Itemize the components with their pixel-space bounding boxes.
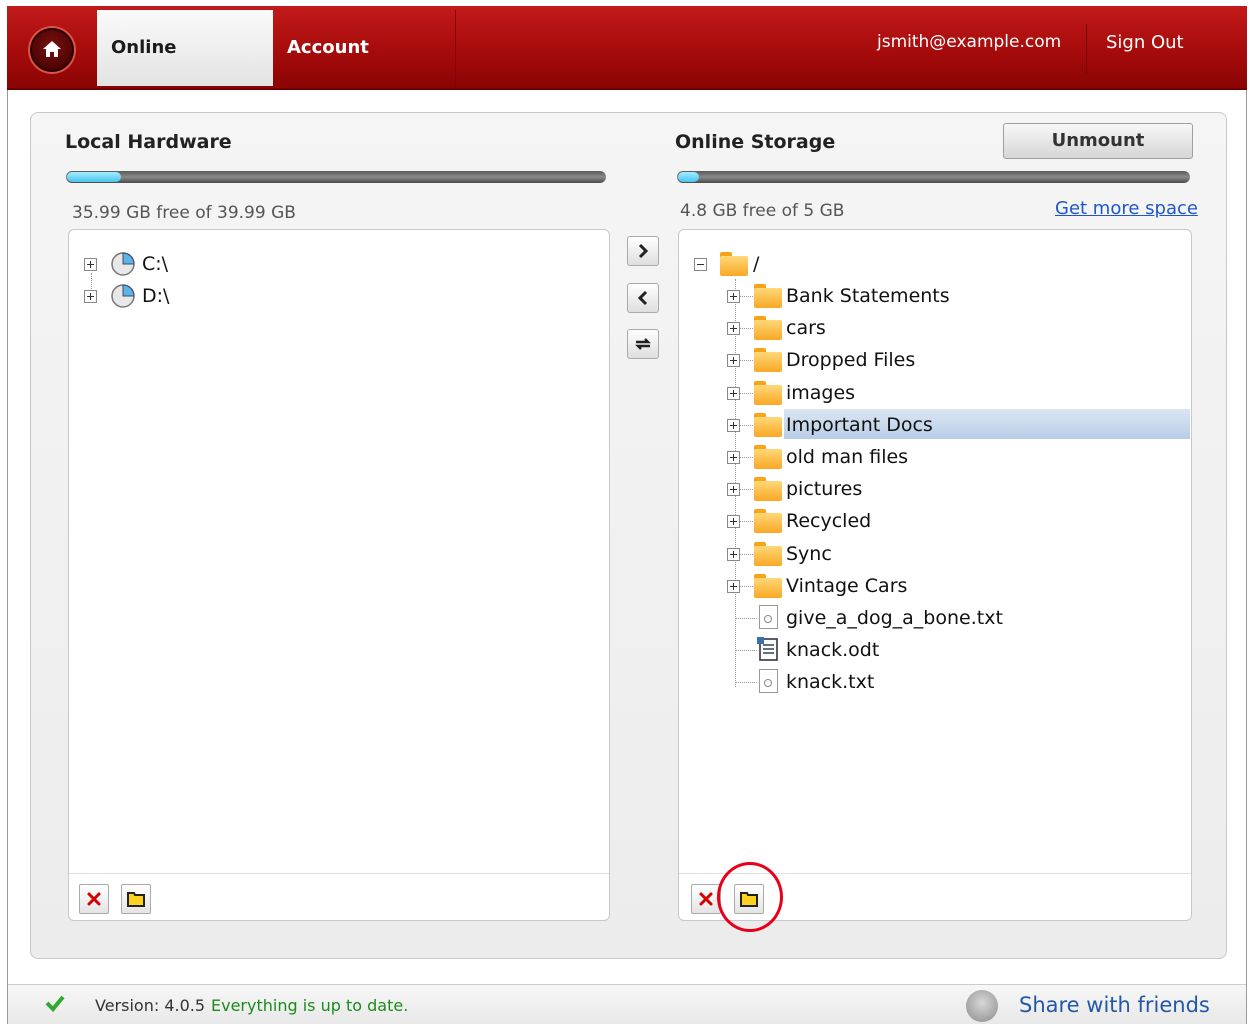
- local-tree-pane[interactable]: [68, 229, 610, 921]
- tree-item-label: pictures: [786, 478, 863, 500]
- local-pane-toolbar: [69, 873, 609, 920]
- local-usage-fill: [67, 172, 121, 182]
- update-status-text: Everything is up to date.: [211, 996, 409, 1015]
- folder-icon: [754, 381, 782, 405]
- online-usage-fill: [678, 172, 699, 182]
- tree-item-label: Sync: [786, 543, 832, 565]
- tree-item-label: knack.txt: [786, 671, 875, 693]
- sync-icon: [635, 338, 651, 350]
- local-new-folder-button[interactable]: [121, 884, 151, 914]
- version-text: Version: 4.0.5: [95, 996, 206, 1015]
- tree-guide: [735, 650, 757, 651]
- expand-icon[interactable]: [84, 258, 97, 271]
- unmount-button[interactable]: Unmount: [1003, 123, 1193, 159]
- tree-item-label: old man files: [786, 446, 909, 468]
- expand-icon[interactable]: [727, 354, 740, 367]
- check-icon: [45, 995, 65, 1012]
- tree-item-label: cars: [786, 317, 826, 339]
- expand-icon[interactable]: [727, 387, 740, 400]
- get-more-space-link[interactable]: Get more space: [1055, 198, 1198, 219]
- tree-guide: [735, 682, 757, 683]
- expand-icon[interactable]: [727, 322, 740, 335]
- text-file-icon: [759, 669, 778, 693]
- folder-icon: [720, 252, 748, 276]
- sign-out-link[interactable]: Sign Out: [1106, 32, 1184, 53]
- tree-item-label: Bank Statements: [786, 285, 950, 307]
- local-usage-bar: [66, 171, 606, 183]
- online-storage-title: Online Storage: [675, 131, 836, 153]
- expand-icon[interactable]: [727, 548, 740, 561]
- drive-label: C:\: [142, 253, 169, 275]
- folder-icon: [754, 574, 782, 598]
- download-button[interactable]: [627, 283, 659, 313]
- header-divider: [1086, 24, 1087, 74]
- tree-item-label: Important Docs: [786, 414, 933, 436]
- folder-icon: [754, 348, 782, 372]
- folder-icon: [754, 284, 782, 308]
- arrow-right-icon: [638, 243, 649, 259]
- tree-guide: [735, 618, 757, 619]
- expand-icon[interactable]: [727, 290, 740, 303]
- drive-label: D:\: [142, 285, 170, 307]
- document-icon: [757, 637, 778, 661]
- sync-button[interactable]: [627, 329, 659, 359]
- local-free-space: 35.99 GB free of 39.99 GB: [72, 203, 296, 223]
- folder-icon: [754, 542, 782, 566]
- expand-icon[interactable]: [727, 580, 740, 593]
- arrow-left-icon: [637, 290, 648, 306]
- folder-icon: [754, 477, 782, 501]
- online-free-space: 4.8 GB free of 5 GB: [680, 201, 845, 221]
- folder-icon: [754, 445, 782, 469]
- delete-icon: [699, 892, 713, 906]
- upload-button[interactable]: [627, 236, 659, 266]
- new-folder-icon: [127, 892, 145, 907]
- delete-icon: [87, 892, 101, 906]
- expand-icon[interactable]: [727, 483, 740, 496]
- folder-icon: [754, 316, 782, 340]
- tab-account-settings[interactable]: Account Settings: [273, 10, 456, 134]
- folder-icon: [754, 413, 782, 437]
- local-delete-button[interactable]: [79, 884, 109, 914]
- tab-online-storage[interactable]: Online Storage: [97, 10, 273, 134]
- tree-item-label: Dropped Files: [786, 349, 916, 371]
- expand-icon[interactable]: [727, 515, 740, 528]
- folder-icon: [754, 509, 782, 533]
- expand-icon[interactable]: [84, 290, 97, 303]
- text-file-icon: [759, 605, 778, 629]
- tree-item-label: images: [786, 382, 856, 404]
- user-email: jsmith@example.com: [877, 32, 1062, 52]
- collapse-icon[interactable]: [694, 258, 707, 271]
- drive-icon: [111, 284, 135, 308]
- online-usage-bar: [677, 171, 1190, 183]
- highlight-circle: [717, 862, 783, 932]
- tree-item-label: give_a_dog_a_bone.txt: [786, 607, 1003, 629]
- home-icon: [43, 41, 61, 57]
- expand-icon[interactable]: [727, 451, 740, 464]
- share-with-friends-link[interactable]: Share with friends: [1019, 993, 1210, 1017]
- expand-icon[interactable]: [727, 419, 740, 432]
- home-button[interactable]: [30, 28, 74, 72]
- tree-item-label: knack.odt: [786, 639, 880, 661]
- tree-item-label: Recycled: [786, 510, 872, 532]
- drive-icon: [111, 252, 135, 276]
- share-icon[interactable]: [966, 990, 998, 1022]
- tree-root-label: /: [753, 253, 760, 275]
- local-hardware-title: Local Hardware: [65, 131, 232, 153]
- tree-item-label: Vintage Cars: [786, 575, 908, 597]
